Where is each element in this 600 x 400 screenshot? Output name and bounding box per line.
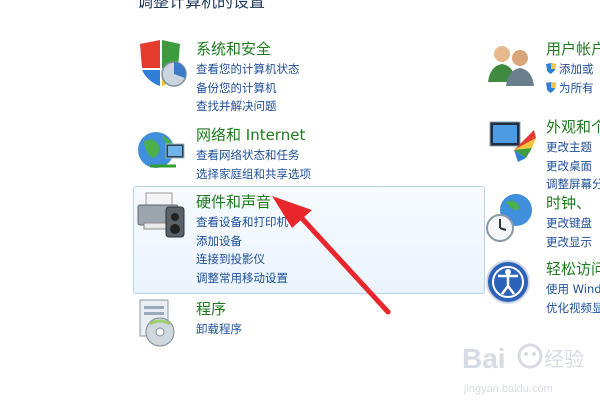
svg-text:Bai: Bai (462, 343, 506, 374)
baidu-watermark-logo: Bai 经验 jingyan.baidu.com (462, 343, 584, 395)
svg-text:jingyan.baidu.com: jingyan.baidu.com (463, 383, 553, 395)
svg-text:经验: 经验 (544, 347, 584, 371)
